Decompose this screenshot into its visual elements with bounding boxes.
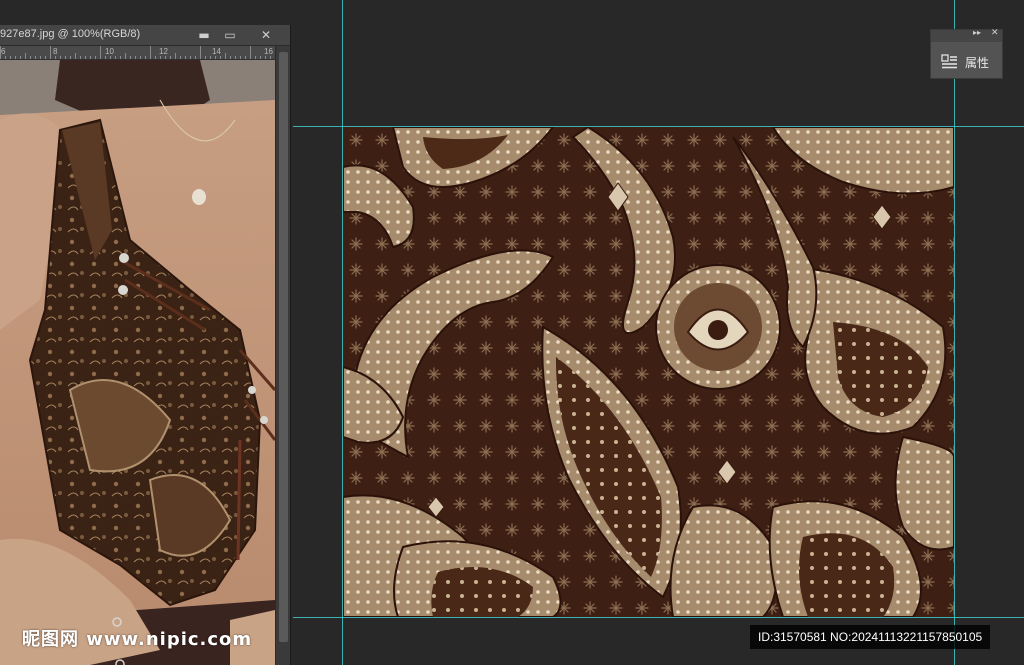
ruler-tick [235, 56, 236, 59]
ruler-tick [150, 46, 151, 59]
photo-of-paisley-corset-top [0, 60, 275, 665]
ruler-tick [75, 53, 76, 59]
ruler-tick [200, 46, 201, 59]
ruler-tick [210, 56, 211, 59]
ruler-tick [175, 53, 176, 59]
ruler-tick [255, 56, 256, 59]
vertical-scrollbar[interactable] [275, 46, 290, 665]
ruler-tick [90, 56, 91, 59]
ruler-tick [160, 56, 161, 59]
ruler-label: 14 [212, 47, 221, 56]
ruler-label: 12 [159, 47, 168, 56]
ruler-tick [180, 56, 181, 59]
ruler-tick [95, 56, 96, 59]
document-image [0, 60, 275, 665]
photoshop-workspace: 927e87.jpg @ 100%(RGB/8) ▬ ▭ ✕ 6 8 10 12… [0, 0, 1024, 665]
properties-label: 属性 [965, 56, 990, 70]
ruler-tick [5, 56, 6, 59]
ruler-tick [225, 53, 226, 59]
ruler-tick [245, 56, 246, 59]
ruler-tick [65, 56, 66, 59]
properties-icon [941, 54, 959, 70]
minimize-button[interactable]: ▬ [190, 25, 218, 45]
document-title: 927e87.jpg @ 100%(RGB/8) [0, 28, 141, 40]
ruler-tick [140, 56, 141, 59]
ruler-tick [215, 56, 216, 59]
close-button[interactable]: ✕ [252, 25, 280, 45]
image-id-watermark: ID:31570581 NO:20241113221157850105 [750, 625, 991, 649]
panel-header: ▸▸ ✕ [931, 28, 1002, 42]
vertical-guide-left[interactable] [342, 0, 343, 665]
ruler-tick [170, 56, 171, 59]
ruler-tick [115, 56, 116, 59]
document-title-bar[interactable]: 927e87.jpg @ 100%(RGB/8) ▬ ▭ ✕ [0, 25, 290, 46]
ruler-tick [220, 56, 221, 59]
ruler-tick [195, 56, 196, 59]
ruler-label: 8 [53, 47, 58, 56]
horizontal-guide-bottom[interactable] [293, 617, 1024, 618]
ruler-tick [35, 56, 36, 59]
ruler-tick [250, 46, 251, 59]
ruler-tick [265, 56, 266, 59]
ruler-tick [70, 56, 71, 59]
properties-button[interactable]: 属性 [937, 50, 1001, 74]
ruler-tick [100, 46, 101, 59]
scrollbar-thumb[interactable] [279, 52, 288, 642]
horizontal-ruler: 6 8 10 12 14 16 [0, 46, 275, 60]
ruler-tick [40, 56, 41, 59]
ruler-tick [240, 56, 241, 59]
ruler-tick [190, 56, 191, 59]
ruler-tick [25, 53, 26, 59]
ruler-tick [260, 56, 261, 59]
ruler-tick [110, 56, 111, 59]
properties-panel[interactable]: ▸▸ ✕ 属性 [930, 28, 1003, 79]
collapse-panel-button[interactable]: ▸▸ [973, 28, 981, 37]
ruler-tick [0, 46, 1, 59]
vertical-guide-right[interactable] [954, 0, 955, 665]
ruler-tick [80, 56, 81, 59]
ruler-label: 6 [1, 47, 6, 56]
ruler-tick [60, 56, 61, 59]
ruler-tick [130, 56, 131, 59]
maximize-button[interactable]: ▭ [216, 25, 244, 45]
ruler-label: 10 [105, 47, 114, 56]
ruler-tick [85, 56, 86, 59]
ruler-tick [45, 56, 46, 59]
nipic-watermark-logo: 昵图网 www.nipic.com [22, 629, 253, 650]
ruler-tick [270, 56, 271, 59]
ruler-tick [135, 56, 136, 59]
ruler-tick [55, 56, 56, 59]
canvas-pattern-image[interactable] [343, 127, 954, 617]
horizontal-guide-top[interactable] [293, 126, 1024, 127]
ruler-tick [10, 56, 11, 59]
ruler-tick [155, 56, 156, 59]
close-panel-button[interactable]: ✕ [991, 28, 999, 38]
ruler-tick [20, 56, 21, 59]
paisley-pattern [343, 127, 954, 617]
ruler-tick [205, 56, 206, 59]
ruler-tick [125, 53, 126, 59]
ruler-tick [50, 46, 51, 59]
ruler-tick [30, 56, 31, 59]
document-window[interactable]: 927e87.jpg @ 100%(RGB/8) ▬ ▭ ✕ 6 8 10 12… [0, 25, 291, 665]
ruler-tick [145, 56, 146, 59]
ruler-tick [120, 56, 121, 59]
ruler-tick [165, 56, 166, 59]
ruler-tick [185, 56, 186, 59]
ruler-label: 16 [264, 47, 273, 56]
ruler-tick [15, 56, 16, 59]
ruler-tick [105, 56, 106, 59]
ruler-tick [230, 56, 231, 59]
